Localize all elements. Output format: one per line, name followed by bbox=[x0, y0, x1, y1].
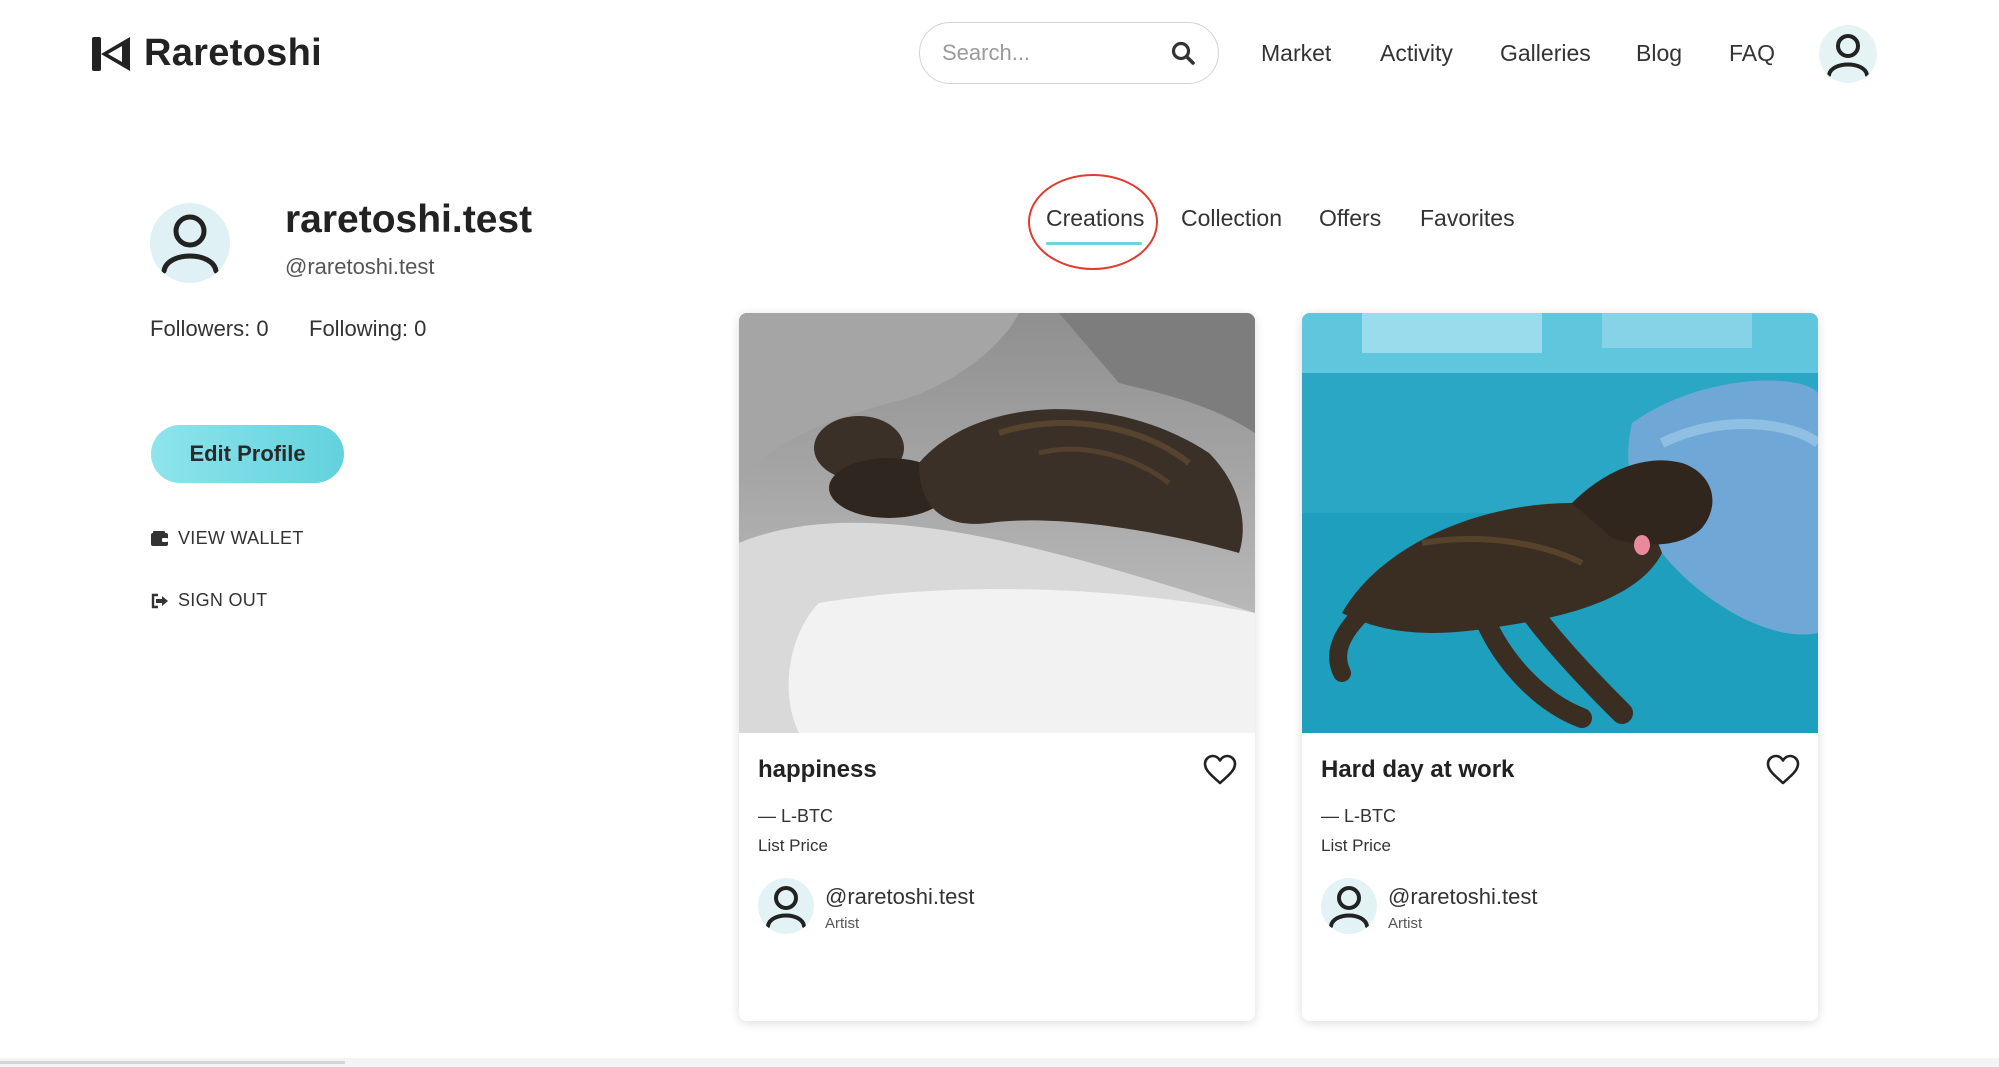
tab-creations[interactable]: Creations bbox=[1046, 205, 1144, 232]
artwork-title[interactable]: happiness bbox=[758, 756, 877, 784]
artist-avatar[interactable] bbox=[1321, 878, 1377, 934]
tab-favorites[interactable]: Favorites bbox=[1420, 205, 1515, 232]
view-wallet-link[interactable]: VIEW WALLET bbox=[151, 528, 304, 549]
list-price-label: List Price bbox=[758, 836, 828, 855]
artwork-title[interactable]: Hard day at work bbox=[1321, 756, 1514, 784]
artist-avatar[interactable] bbox=[758, 878, 814, 934]
nav-galleries[interactable]: Galleries bbox=[1500, 40, 1591, 67]
list-price-label: List Price bbox=[1321, 836, 1391, 855]
search-icon[interactable] bbox=[1170, 40, 1196, 66]
followers-count[interactable]: Followers: 0 bbox=[150, 316, 269, 342]
artwork-card[interactable]: happiness — L-BTC List Price @raretoshi.… bbox=[739, 313, 1255, 1021]
artwork-image[interactable] bbox=[1302, 313, 1818, 733]
wallet-icon bbox=[151, 530, 168, 546]
profile-handle: @raretoshi.test bbox=[285, 254, 435, 279]
search-bar[interactable]: Search... bbox=[919, 22, 1219, 84]
favorite-heart-icon[interactable] bbox=[1203, 754, 1237, 786]
artwork-image[interactable] bbox=[739, 313, 1255, 733]
search-input[interactable]: Search... bbox=[942, 40, 1170, 66]
profile-avatar bbox=[150, 203, 230, 283]
logo-mark-icon bbox=[92, 36, 130, 71]
nav-activity[interactable]: Activity bbox=[1380, 40, 1453, 67]
artist-role: Artist bbox=[825, 915, 860, 932]
raretoshi-logo[interactable]: Raretoshi bbox=[92, 32, 322, 75]
artist-role: Artist bbox=[1388, 915, 1423, 932]
following-count[interactable]: Following: 0 bbox=[309, 316, 426, 342]
edit-profile-button[interactable]: Edit Profile bbox=[151, 425, 344, 483]
artist-handle[interactable]: @raretoshi.test bbox=[825, 884, 975, 910]
artwork-price: — L-BTC bbox=[1321, 806, 1397, 826]
nav-market[interactable]: Market bbox=[1261, 40, 1331, 67]
artist-handle[interactable]: @raretoshi.test bbox=[1388, 884, 1538, 910]
brand-name: Raretoshi bbox=[144, 32, 322, 74]
nav-blog[interactable]: Blog bbox=[1636, 40, 1682, 67]
top-header: Raretoshi Search... Market Activity Gall… bbox=[0, 0, 1999, 110]
favorite-heart-icon[interactable] bbox=[1766, 754, 1800, 786]
nav-faq[interactable]: FAQ bbox=[1729, 40, 1775, 67]
tab-collection[interactable]: Collection bbox=[1181, 205, 1282, 232]
profile-name: raretoshi.test bbox=[285, 198, 533, 241]
account-avatar-icon[interactable] bbox=[1819, 25, 1877, 83]
sign-out-label: SIGN OUT bbox=[178, 590, 268, 610]
horizontal-scrollbar-thumb[interactable] bbox=[0, 1061, 345, 1064]
artwork-price: — L-BTC bbox=[758, 806, 834, 826]
active-tab-underline bbox=[1046, 242, 1142, 245]
sign-out-icon bbox=[151, 593, 168, 608]
tab-offers[interactable]: Offers bbox=[1319, 205, 1381, 232]
view-wallet-label: VIEW WALLET bbox=[178, 528, 304, 548]
sign-out-link[interactable]: SIGN OUT bbox=[151, 590, 267, 611]
artwork-card[interactable]: Hard day at work — L-BTC List Price @rar… bbox=[1302, 313, 1818, 1021]
